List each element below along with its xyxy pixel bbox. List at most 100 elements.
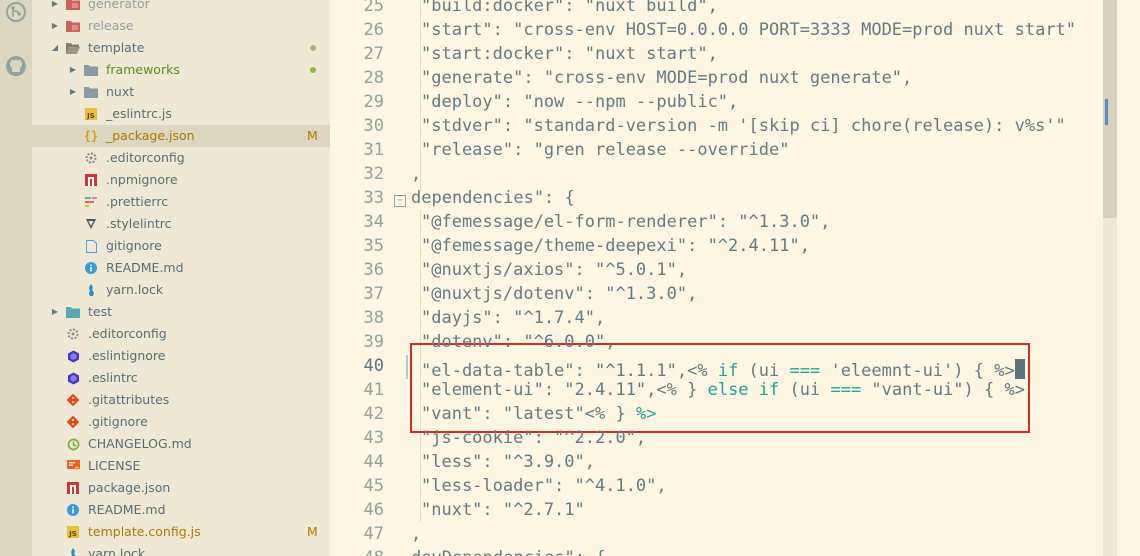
code-line: "start:docker": "nuxt start",	[421, 44, 718, 64]
source-control-icon[interactable]	[0, 0, 32, 32]
tree-item[interactable]: {} _package.json M	[32, 125, 330, 147]
tree-item[interactable]: ▶ test	[32, 301, 330, 323]
tree-item[interactable]: .npmignore	[32, 169, 330, 191]
code-token: "vant": "latest"	[421, 404, 585, 424]
svg-text:JS: JS	[68, 530, 77, 538]
folder-open-icon	[66, 41, 80, 55]
info-icon	[84, 261, 98, 275]
gear-config-icon	[84, 151, 98, 165]
tree-item[interactable]: .editorconfig	[32, 323, 330, 345]
chevron-right-icon[interactable]: ▶	[50, 21, 60, 31]
code-text: "generate": "cross-env MODE=prod nuxt ge…	[421, 68, 913, 88]
tree-item[interactable]: .eslintignore	[32, 345, 330, 367]
tree-item[interactable]: ▶ release	[32, 15, 330, 37]
tree-item-label: .editorconfig	[88, 326, 167, 341]
code-text: "release": "gren release --override"	[421, 140, 790, 160]
code-token: <% }	[656, 380, 708, 400]
tree-item[interactable]: ▶ nuxt	[32, 81, 330, 103]
chevron-down-icon[interactable]: ◢	[50, 43, 60, 53]
chevron-right-icon[interactable]: ▶	[68, 87, 78, 97]
code-editor[interactable]: 25 "build:docker": "nuxt build", 26 "start"…	[330, 0, 1140, 556]
tree-item[interactable]: gitignore	[32, 235, 330, 257]
file-icon	[84, 239, 98, 253]
tree-item-label: .eslintrc	[88, 370, 138, 385]
line-number: 33	[363, 188, 384, 208]
tree-item-label: .npmignore	[106, 172, 178, 187]
tree-item[interactable]: package.json	[32, 477, 330, 499]
code-token: ===	[830, 380, 862, 400]
code-text: dependencies": {	[411, 188, 575, 208]
line-number: 37	[363, 284, 384, 304]
line-number: 26	[363, 20, 384, 40]
tree-item[interactable]: README.md	[32, 499, 330, 521]
tree-item[interactable]: JS template.config.js M	[32, 521, 330, 543]
tree-item-label: README.md	[88, 502, 166, 517]
tree-item[interactable]: README.md	[32, 257, 330, 279]
line-number: 39	[363, 332, 384, 352]
code-text: "start:docker": "nuxt start",	[421, 44, 718, 64]
line-number: 36	[363, 260, 384, 280]
tree-item-label: template	[88, 40, 145, 55]
code-text: ,	[411, 524, 422, 544]
folder-icon	[84, 63, 98, 77]
tree-item-label: .prettierrc	[106, 194, 169, 209]
code-token: "vant-ui") { %>	[861, 380, 1025, 400]
tree-item[interactable]: .stylelintrc	[32, 213, 330, 235]
tree-item[interactable]: ◢ template	[32, 37, 330, 59]
code-line: "dayjs": "^1.7.4",	[421, 308, 605, 328]
tree-item-label: _eslintrc.js	[106, 106, 172, 121]
tree-item[interactable]: .prettierrc	[32, 191, 330, 213]
code-text: "start": "cross-env HOST=0.0.0.0 PORT=33…	[421, 20, 1077, 40]
tree-item[interactable]: yarn.lock	[32, 543, 330, 556]
fold-toggle-icon[interactable]: −	[394, 195, 406, 207]
github-icon[interactable]	[0, 46, 32, 86]
npm-icon	[66, 481, 80, 495]
test-folder-icon	[66, 305, 80, 319]
tree-item[interactable]: .eslintrc	[32, 367, 330, 389]
tree-item[interactable]: CHANGELOG.md	[32, 433, 330, 455]
git-modified-badge: M	[307, 524, 318, 539]
code-text: "@femessage/el-form-renderer": "^1.3.0",	[421, 212, 831, 232]
code-line: "@femessage/el-form-renderer": "^1.3.0",	[421, 212, 830, 232]
yarn-icon	[84, 283, 98, 297]
tree-item[interactable]: JS _eslintrc.js	[32, 103, 330, 125]
tree-item-label: yarn.lock	[106, 282, 164, 297]
tree-item-label: .gitignore	[88, 414, 148, 429]
chevron-right-icon[interactable]: ▶	[50, 307, 60, 317]
code-line: "generate": "cross-env MODE=prod nuxt ge…	[421, 68, 912, 88]
tree-item[interactable]: .editorconfig	[32, 147, 330, 169]
code-token: "element-ui": "2.4.11",	[421, 380, 657, 400]
tree-item[interactable]: ▶ generator	[32, 0, 330, 15]
tree-item[interactable]: .gitignore	[32, 411, 330, 433]
code-text: "nuxt": "^2.7.1"	[421, 500, 585, 520]
code-line: "js-cookie": "^2.2.0",	[421, 428, 646, 448]
code-text: "@nuxtjs/axios": "^5.0.1",	[421, 260, 688, 280]
text-cursor	[1014, 359, 1025, 379]
git-icon	[66, 415, 80, 429]
eslint-icon	[66, 371, 80, 385]
tree-item[interactable]: ▶ frameworks	[32, 59, 330, 81]
chevron-right-icon[interactable]: ▶	[68, 65, 78, 75]
tree-item[interactable]: .gitattributes	[32, 389, 330, 411]
tree-item[interactable]: LICENSE	[32, 455, 330, 477]
code-token: (ui	[779, 380, 831, 400]
line-number: 35	[363, 236, 384, 256]
gear-config-icon	[66, 327, 80, 341]
tree-item[interactable]: yarn.lock	[32, 279, 330, 301]
tree-item-label: yarn.lock	[88, 546, 146, 556]
javascript-icon: JS	[66, 525, 80, 539]
git-modified-badge: M	[307, 128, 318, 143]
code-line: ,	[411, 524, 421, 544]
tree-item-label: package.json	[88, 480, 171, 495]
yarn-icon	[66, 547, 80, 556]
tree-item-label: .editorconfig	[106, 150, 185, 165]
code-text: devDependencies": {	[411, 548, 605, 556]
code-text: "stdver": "standard-version -m '[skip ci…	[421, 116, 1066, 136]
code-text: "less-loader": "^4.1.0",	[421, 476, 667, 496]
chevron-right-icon[interactable]: ▶	[50, 0, 60, 9]
code-line: dependencies": {	[411, 188, 575, 208]
code-line: devDependencies": {	[411, 548, 605, 556]
tree-item-label: release	[88, 18, 134, 33]
line-number: 25	[363, 0, 384, 16]
